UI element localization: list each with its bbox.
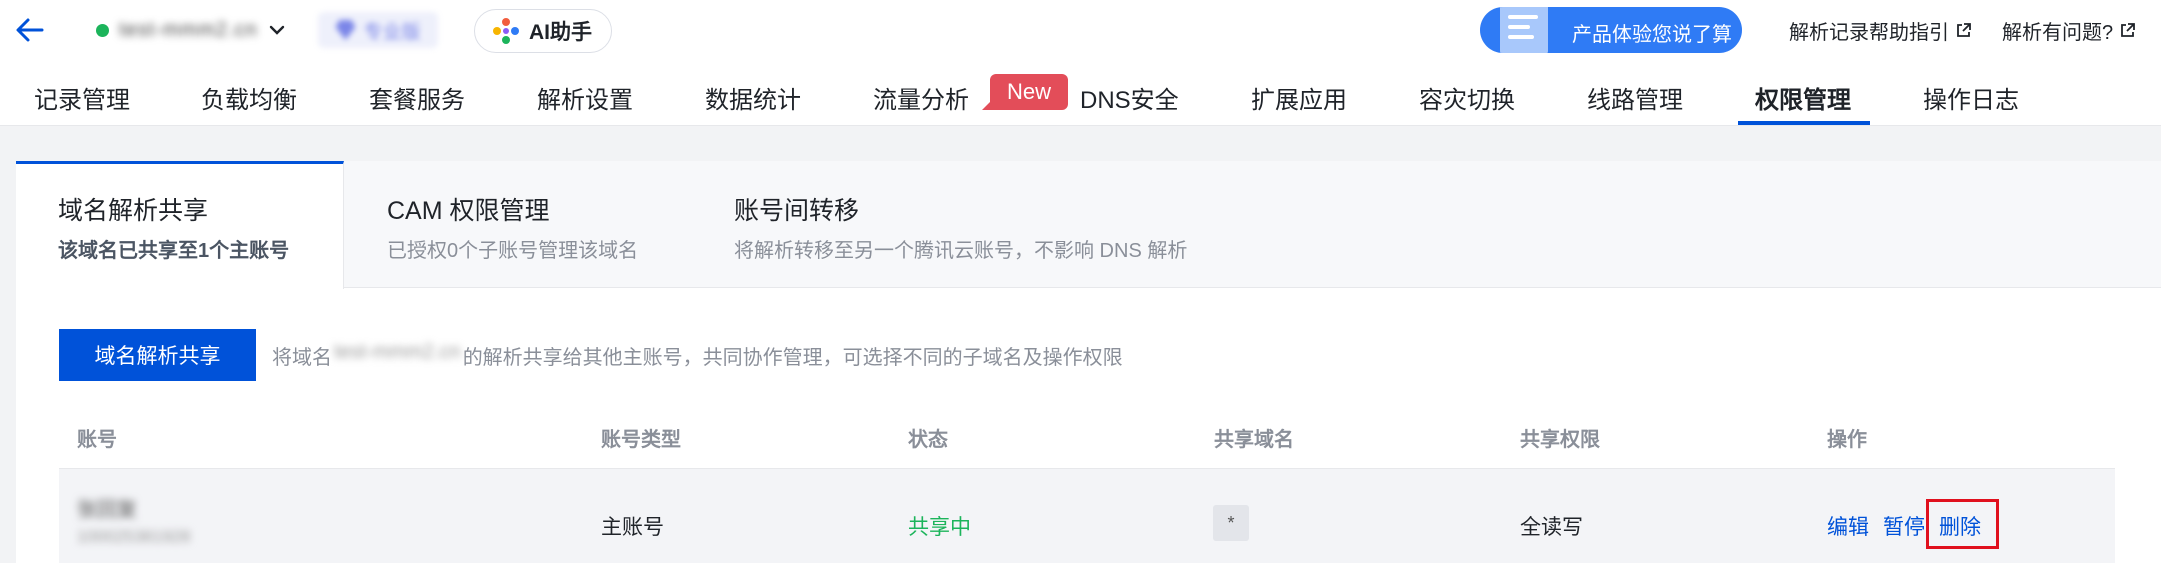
new-badge: New (982, 74, 1068, 110)
table-row: 张回复 100025381928 主账号 共享中 * 全读写 编辑 暂停 删除 (59, 469, 2115, 563)
share-desc-prefix: 将域名 (272, 347, 332, 369)
ai-button-label: AI助手 (529, 21, 592, 44)
status-dot-icon (96, 23, 109, 37)
external-link-icon (1957, 23, 1971, 37)
col-shared-domain: 共享域名 (1214, 429, 1294, 451)
subtab-desc: 将解析转移至另一个腾讯云账号，不影响 DNS 解析 (734, 240, 1188, 262)
pause-button[interactable]: 暂停 (1883, 511, 1925, 541)
ai-assistant-button[interactable]: AI助手 (474, 9, 612, 53)
col-shared-permission: 共享权限 (1520, 429, 1600, 451)
survey-button[interactable]: 产品体验您说了算 (1480, 7, 1742, 53)
tab-disaster-recovery[interactable]: 容灾切换 (1419, 80, 1515, 115)
tab-packages[interactable]: 套餐服务 (369, 80, 465, 115)
top-bar: test-mmm2.cn 专业版 AI助手 产品体验您说了算 解析记录帮助指引 … (0, 0, 2161, 60)
tab-traffic-analysis[interactable]: 流量分析 (873, 80, 969, 115)
main-nav: 记录管理 负载均衡 套餐服务 解析设置 数据统计 流量分析 DNS安全 扩展应用… (0, 60, 2161, 126)
diamond-icon (335, 20, 356, 40)
subtab-desc: 已授权0个子账号管理该域名 (387, 240, 639, 262)
dns-problem-link[interactable]: 解析有问题? (2002, 16, 2136, 45)
domain-share-button[interactable]: 域名解析共享 (59, 329, 256, 381)
tab-resolve-settings[interactable]: 解析设置 (537, 80, 633, 115)
col-status: 状态 (908, 429, 948, 451)
document-icon (1500, 7, 1548, 53)
share-desc-domain: test-mmm2.cn (334, 341, 461, 363)
account-type: 主账号 (601, 516, 664, 539)
status-badge: 共享中 (908, 516, 971, 539)
col-actions: 操作 (1827, 429, 1867, 451)
external-link-icon (2121, 23, 2136, 37)
record-help-link[interactable]: 解析记录帮助指引 (1789, 16, 1972, 45)
tab-records[interactable]: 记录管理 (34, 80, 130, 115)
subtab-title: 域名解析共享 (58, 197, 209, 225)
account-id: 100025381928 (77, 527, 191, 546)
subtab-desc: 该域名已共享至1个主账号 (58, 240, 290, 262)
shared-permission: 全读写 (1520, 516, 1583, 539)
shared-domain-tag: * (1213, 505, 1249, 541)
domain-selector[interactable]: test-mmm2.cn (96, 15, 286, 45)
plan-badge: 专业版 (318, 12, 438, 48)
subtab-title: 账号间转移 (734, 197, 860, 225)
dns-problem-label: 解析有问题? (2002, 22, 2114, 44)
arrow-left-icon[interactable] (14, 16, 46, 44)
tab-statistics[interactable]: 数据统计 (705, 80, 801, 115)
ai-sparkle-icon (493, 18, 519, 44)
share-desc-suffix: 的解析共享给其他主账号，共同协作管理，可选择不同的子域名及操作权限 (462, 347, 1123, 369)
chevron-down-icon (269, 25, 284, 35)
table-header: 账号 账号类型 状态 共享域名 共享权限 操作 (59, 409, 2115, 469)
tab-line-management[interactable]: 线路管理 (1587, 80, 1683, 115)
subtab-title: CAM 权限管理 (387, 197, 550, 225)
plan-label: 专业版 (363, 21, 421, 43)
edit-button[interactable]: 编辑 (1827, 511, 1869, 541)
subtab-domain-share[interactable]: 域名解析共享 该域名已共享至1个主账号 (16, 161, 344, 289)
tab-operation-log[interactable]: 操作日志 (1923, 80, 2019, 115)
account-name: 张回复 (77, 499, 137, 521)
domain-name: test-mmm2.cn (119, 18, 258, 41)
subtab-account-transfer[interactable]: 账号间转移 将解析转移至另一个腾讯云账号，不影响 DNS 解析 (684, 161, 1244, 288)
col-account: 账号 (77, 429, 117, 451)
col-account-type: 账号类型 (601, 429, 681, 451)
survey-button-label: 产品体验您说了算 (1572, 24, 1732, 46)
active-tab-indicator (1738, 121, 1870, 125)
subtab-cam-permissions[interactable]: CAM 权限管理 已授权0个子账号管理该域名 (344, 161, 684, 288)
record-help-label: 解析记录帮助指引 (1789, 22, 1949, 44)
tab-dns-security[interactable]: DNS安全 (1080, 80, 1179, 115)
share-description: 将域名 test-mmm2.cn 的解析共享给其他主账号，共同协作管理，可选择不… (272, 341, 1123, 370)
tab-permissions[interactable]: 权限管理 (1755, 80, 1851, 115)
tab-load-balancing[interactable]: 负载均衡 (201, 80, 297, 115)
delete-highlight-box (1926, 499, 1999, 549)
sub-tabs: 域名解析共享 该域名已共享至1个主账号 CAM 权限管理 已授权0个子账号管理该… (16, 161, 2161, 289)
tab-extensions[interactable]: 扩展应用 (1251, 80, 1347, 115)
